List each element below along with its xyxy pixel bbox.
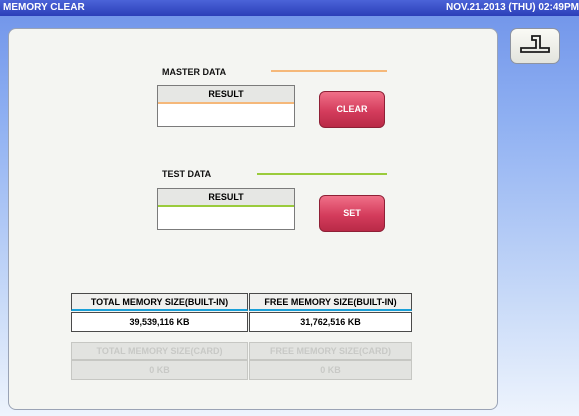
- builtin-total-value: 39,539,116 KB: [71, 312, 248, 332]
- back-button[interactable]: [510, 28, 560, 64]
- card-total-header: TOTAL MEMORY SIZE(CARD): [71, 342, 248, 360]
- set-button[interactable]: SET: [319, 195, 385, 232]
- master-result-header: RESULT: [158, 86, 294, 104]
- test-data-divider: [257, 173, 387, 175]
- card-free-header: FREE MEMORY SIZE(CARD): [249, 342, 412, 360]
- title-bar: MEMORY CLEAR NOV.21.2013 (THU) 02:49PM: [0, 0, 579, 16]
- test-data-label: TEST DATA: [162, 169, 212, 179]
- master-data-divider: [271, 70, 387, 72]
- window-title: MEMORY CLEAR: [3, 2, 85, 13]
- test-result-header: RESULT: [158, 189, 294, 207]
- main-panel: MASTER DATA RESULT CLEAR TEST DATA RESUL…: [8, 28, 498, 410]
- master-result-value: [158, 104, 294, 126]
- builtin-total-header: TOTAL MEMORY SIZE(BUILT-IN): [71, 293, 248, 311]
- master-data-label: MASTER DATA: [162, 67, 227, 77]
- clear-button[interactable]: CLEAR: [319, 91, 385, 128]
- card-free-value: 0 KB: [249, 360, 412, 380]
- return-arrow-icon: [518, 33, 552, 60]
- builtin-free-value: 31,762,516 KB: [249, 312, 412, 332]
- master-result-box: RESULT: [157, 85, 295, 127]
- test-result-box: RESULT: [157, 188, 295, 230]
- builtin-free-header: FREE MEMORY SIZE(BUILT-IN): [249, 293, 412, 311]
- test-result-value: [158, 207, 294, 229]
- date-time: NOV.21.2013 (THU) 02:49PM: [445, 2, 579, 13]
- card-total-value: 0 KB: [71, 360, 248, 380]
